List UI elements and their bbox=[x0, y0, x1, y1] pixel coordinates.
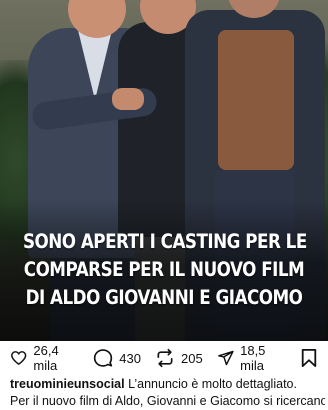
post-caption: treuominiеunsocial L’annuncio è molto de… bbox=[10, 376, 325, 410]
person-right-sweater bbox=[218, 30, 294, 170]
post-actions-bar: 26,4 mila 430 205 18,5 mila bbox=[0, 341, 328, 375]
post-headline: SONO APERTI I CASTING PER LE COMPARSE PE… bbox=[22, 228, 307, 312]
person-left-hand bbox=[112, 88, 144, 110]
caption-username[interactable]: treuominiеunsocial bbox=[10, 377, 125, 391]
caption-line: treuominiеunsocial L’annuncio è molto de… bbox=[10, 376, 325, 393]
share-button[interactable]: 18,5 mila bbox=[217, 343, 286, 373]
send-icon bbox=[217, 350, 234, 366]
headline-line: DI ALDO GIOVANNI E GIACOMO bbox=[25, 286, 303, 309]
comment-icon bbox=[94, 349, 113, 367]
repost-icon bbox=[157, 348, 173, 368]
heart-icon bbox=[11, 351, 27, 365]
share-count: 18,5 mila bbox=[240, 343, 266, 373]
headline-line: SONO APERTI I CASTING PER LE bbox=[22, 230, 307, 253]
bookmark-icon bbox=[301, 349, 317, 367]
comment-count: 430 bbox=[119, 350, 141, 366]
post-image[interactable]: SONO APERTI I CASTING PER LE COMPARSE PE… bbox=[0, 0, 328, 341]
caption-text: L’annuncio è molto dettagliato. bbox=[128, 377, 297, 391]
like-button[interactable]: 26,4 mila bbox=[10, 343, 79, 373]
repost-count: 205 bbox=[181, 350, 203, 366]
repost-button[interactable]: 205 bbox=[155, 348, 203, 368]
headline-line: COMPARSE PER IL NUOVO FILM bbox=[23, 258, 305, 281]
comment-button[interactable]: 430 bbox=[93, 348, 141, 368]
save-button[interactable] bbox=[300, 348, 318, 368]
like-count: 26,4 mila bbox=[33, 343, 59, 373]
caption-text-continued: Per il nuovo film di Aldo, Giovanni e Gi… bbox=[10, 394, 325, 408]
